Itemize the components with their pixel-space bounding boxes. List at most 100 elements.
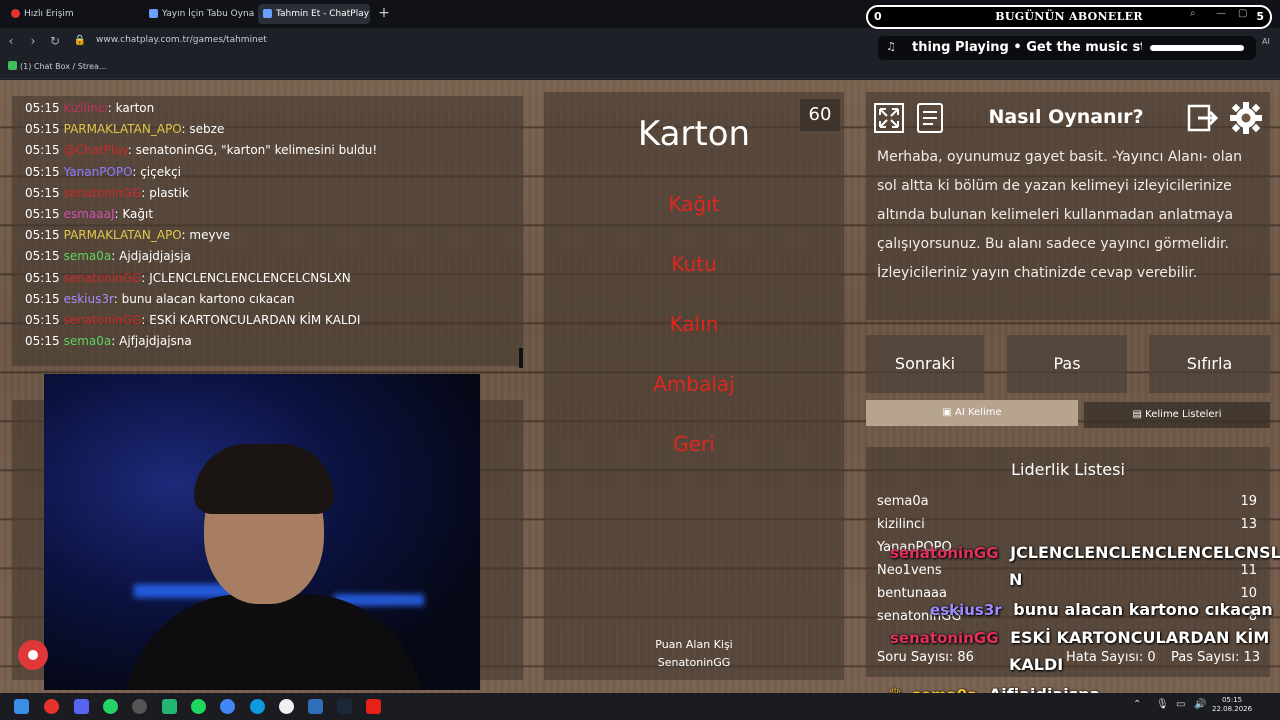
overlay-username: senatoninGG [890, 629, 999, 647]
pass-button[interactable]: Pas [1007, 335, 1127, 393]
reload-icon[interactable]: ↻ [48, 34, 62, 48]
taboo-word: Kağıt [668, 192, 720, 216]
leaderboard-row: sema0a 19 [877, 494, 1257, 509]
app-icon[interactable] [162, 699, 177, 714]
tab-tahmin-et[interactable]: Tahmin Et - ChatPlay [258, 4, 370, 24]
discord-icon[interactable] [74, 699, 89, 714]
reset-button[interactable]: Sıfırla [1149, 335, 1270, 393]
opera-icon [11, 9, 20, 18]
overlay-message: JCLENCLENCLENCLENCELCNSLX [1010, 543, 1280, 562]
settings-gear-icon[interactable] [1229, 101, 1263, 135]
taboo-word: Geri [673, 432, 715, 456]
windows-start-icon[interactable] [14, 699, 29, 714]
chat-time: 05:15 [25, 207, 60, 221]
new-tab-icon[interactable]: + [377, 6, 391, 20]
subscriber-banner: 0 BUGÜNÜN ABONELER 5 [866, 5, 1272, 29]
bookmark-chat-box[interactable]: (1) Chat Box / Strea... [8, 61, 107, 71]
overlay-chat-line: senatoninGG JCLENCLENCLENCLENCELCNSLX [890, 543, 1280, 562]
chat-time: 05:15 [25, 101, 60, 115]
leaderboard-name: bentunaaa [877, 586, 947, 601]
exit-icon[interactable] [1186, 101, 1220, 135]
chat-text: : Ajdjajdjajsja [111, 249, 191, 264]
chrome-icon[interactable] [220, 699, 235, 714]
clock-time: 05:15 [1221, 696, 1243, 704]
tab-favicon-icon [149, 9, 158, 18]
tab-favicon-icon [263, 9, 272, 18]
chat-username[interactable]: esmaaaJ [64, 207, 115, 221]
chat-username[interactable]: YananPOPO [64, 165, 133, 179]
chat-time: 05:15 [25, 143, 60, 158]
chat-time: 05:15 [25, 228, 60, 243]
leaderboard-title: Liderlik Listesi [1011, 460, 1125, 479]
maximize-icon[interactable]: ▢ [1238, 8, 1247, 19]
chat-time: 05:15 [25, 313, 60, 327]
notes-icon[interactable] [913, 101, 947, 135]
chat-message: 05:15 sema0a: Ajfjajdjajsna [25, 334, 192, 348]
bookmark-label: (1) Chat Box / Strea... [20, 62, 107, 71]
next-button[interactable]: Sonraki [866, 335, 984, 393]
chat-message: 05:15 senatoninGG: plastik [25, 186, 189, 200]
tray-chevron-icon[interactable]: ⌃ [1133, 699, 1141, 710]
chat-username[interactable]: sema0a [64, 334, 112, 348]
taboo-word: Kutu [671, 252, 717, 276]
chat-scrollbar[interactable] [519, 348, 523, 368]
webcam-feed [44, 374, 480, 690]
tab-word-lists[interactable]: ▤ Kelime Listeleri [1084, 402, 1270, 428]
volume-icon[interactable]: 🔊 [1194, 699, 1206, 710]
banner-title: BUGÜNÜN ABONELER [995, 10, 1143, 23]
music-progress-bar [1150, 45, 1244, 51]
lock-icon: 🔒 [73, 35, 87, 46]
chat-message: 05:15 sema0a: Ajdjajdjajsja [25, 249, 191, 263]
tab-ai-word[interactable]: ▣ AI Kelime [866, 400, 1078, 426]
leaderboard-name: Neo1vens [877, 563, 942, 578]
chat-time: 05:15 [25, 249, 60, 264]
overlay-message: ESKİ KARTONCULARDAN KİM [1010, 628, 1270, 647]
yandex-icon[interactable] [279, 699, 294, 714]
music-note-icon: ♫ [886, 40, 896, 53]
network-icon[interactable]: ▭ [1176, 699, 1185, 710]
chat-username[interactable]: senatoninGG [64, 271, 142, 285]
search-icon[interactable]: ⌕ [1190, 8, 1196, 19]
streamer-hair [194, 444, 334, 514]
chat-username[interactable]: eskius3r [64, 292, 114, 306]
forward-icon[interactable]: › [26, 34, 40, 48]
chat-username[interactable]: kizilinci [64, 101, 108, 115]
chat-time: 05:15 [25, 164, 60, 179]
target-word: Karton [637, 114, 751, 154]
tab-quick-access[interactable]: Hızlı Erişim [6, 4, 136, 24]
mic-icon[interactable]: 🎙 [1156, 699, 1169, 710]
address-bar-url[interactable]: www.chatplay.com.tr/games/tahminet [96, 35, 267, 45]
back-icon[interactable]: ‹ [4, 34, 18, 48]
overlay-message: bunu alacan kartono cıkacan [1013, 600, 1273, 619]
steam-icon[interactable] [337, 699, 352, 714]
scorer-label: Puan Alan Kişi [655, 638, 733, 651]
chat-username[interactable]: senatoninGG [64, 186, 142, 200]
bookmark-icon [8, 61, 17, 70]
record-button[interactable] [18, 640, 48, 670]
chat-message: 05:15 eskius3r: bunu alacan kartono cıkac… [25, 292, 295, 306]
leaderboard-row: Neo1vens 11 [877, 563, 1257, 578]
chat-username[interactable]: sema0a [64, 249, 112, 263]
chat-username[interactable]: senatoninGG [64, 313, 142, 327]
chat-username[interactable]: PARMAKLATAN_APO [64, 122, 182, 136]
settings-icon[interactable] [132, 699, 147, 714]
spotify-icon[interactable] [191, 699, 206, 714]
error-count: Hata Sayısı: 0 [1066, 650, 1156, 665]
chat-username[interactable]: @ChatPlay [64, 143, 128, 157]
chat-username[interactable]: PARMAKLATAN_APO [64, 228, 182, 242]
overlay-chat-line: KALDI [1009, 655, 1063, 674]
minimize-icon[interactable]: — [1216, 8, 1226, 19]
edge-icon[interactable] [250, 699, 265, 714]
fullscreen-icon[interactable] [872, 101, 906, 135]
leaderboard-score: 11 [1240, 563, 1257, 578]
tab-taboo[interactable]: Yayın İçin Tabu Oyna [144, 4, 254, 24]
leaderboard-name: sema0a [877, 494, 929, 509]
opera-icon[interactable] [44, 699, 59, 714]
whatsapp-icon[interactable] [103, 699, 118, 714]
tab-lists-label: Kelime Listeleri [1145, 409, 1222, 420]
leaderboard-score: 13 [1240, 517, 1257, 532]
app-icon[interactable] [308, 699, 323, 714]
taboo-word: Kalın [669, 312, 719, 336]
youtube-icon[interactable] [366, 699, 381, 714]
chat-text: : plastik [141, 185, 189, 200]
